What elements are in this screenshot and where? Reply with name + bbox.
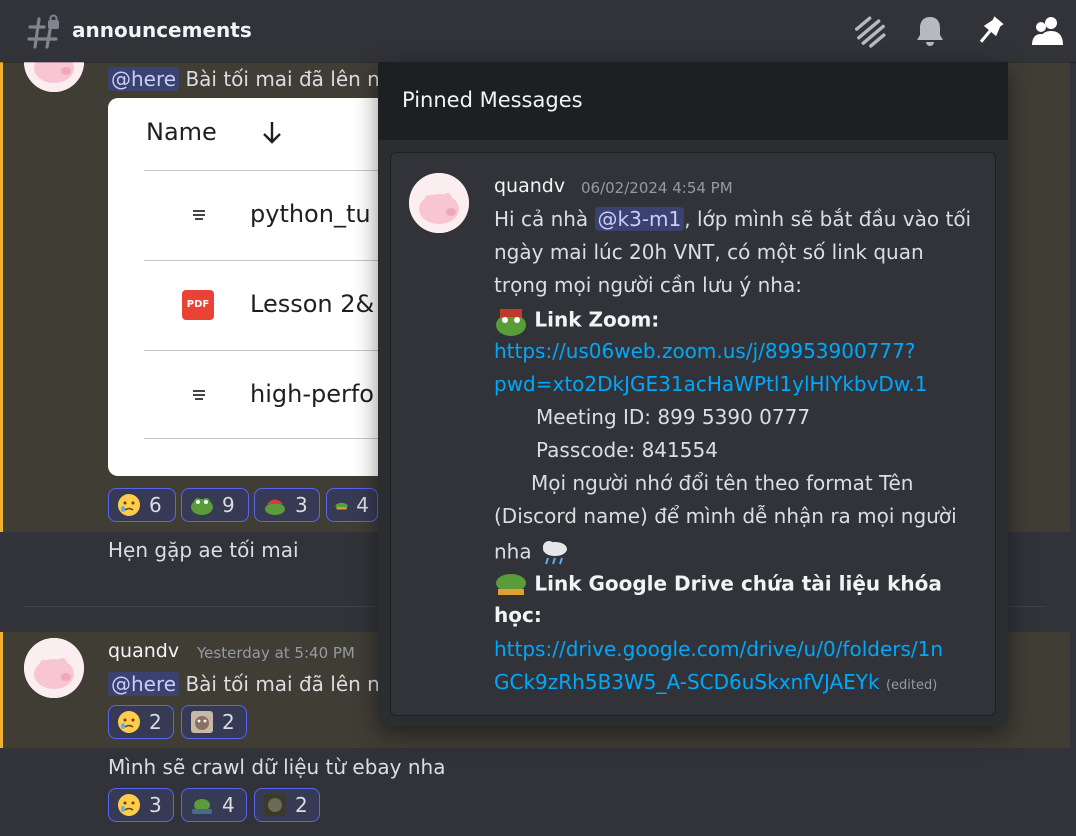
members-icon[interactable] <box>1030 13 1066 49</box>
pin-icon[interactable] <box>972 13 1008 49</box>
doc-icon <box>193 210 205 220</box>
reaction-frog-with-hat[interactable]: 3 <box>254 488 320 522</box>
pepe-frog-icon <box>191 498 213 515</box>
pepe-running-icon <box>335 502 348 510</box>
bell-icon[interactable] <box>912 13 948 49</box>
reaction-frog-tank[interactable]: 4 <box>181 788 247 822</box>
divider <box>144 438 408 439</box>
mention-here[interactable]: @here <box>108 672 180 696</box>
pig-avatar-icon <box>24 638 84 698</box>
reaction-cat-meme[interactable]: 2 <box>181 705 247 739</box>
pig-avatar-icon <box>409 173 469 233</box>
divider <box>144 350 408 351</box>
pinned-line: Mọi người nhớ đổi tên theo format Tên <box>531 471 914 495</box>
username[interactable]: quandv <box>494 175 565 197</box>
file-row-2: Lesson 2& <box>250 290 375 318</box>
reaction-dark-meme[interactable]: 2 <box>254 788 320 822</box>
pinned-line: ngày mai lúc 20h VNT, có một số link qua… <box>494 240 924 264</box>
pdf-icon: PDF <box>182 290 214 320</box>
mention-bar <box>0 62 3 532</box>
pinned-line: nha <box>494 537 572 569</box>
hash-lock-icon <box>27 14 59 49</box>
pinned-message-card[interactable]: quandv 06/02/2024 4:54 PM Hi cả nhà @k3-… <box>390 152 996 716</box>
username[interactable]: quandv <box>108 640 179 662</box>
crying-face-icon <box>118 794 140 816</box>
message-text-1: @here Bài tối mai đã lên n <box>108 67 380 91</box>
avatar[interactable] <box>24 638 84 698</box>
drive-label-line: Link Google Drive chứa tài liệu khóa <box>494 569 942 601</box>
dark-meme-icon <box>264 794 286 816</box>
edited-tag: (edited) <box>885 678 938 693</box>
reaction-pepe-frog[interactable]: 9 <box>181 488 249 522</box>
file-row-1: python_tu <box>250 200 371 228</box>
pinned-header: Pinned Messages <box>378 62 1008 140</box>
frog-tank-icon <box>192 799 212 814</box>
pinned-line: Hi cả nhà @k3-m1, lớp mình sẽ bắt đầu và… <box>494 207 972 231</box>
divider <box>144 260 408 261</box>
mention-bar <box>0 632 3 748</box>
avatar[interactable] <box>409 173 469 233</box>
zoom-label-line: Link Zoom: <box>494 305 659 337</box>
pinned-line: (Discord name) để mình dễ nhận ra mọi ng… <box>494 504 957 528</box>
mention-here[interactable]: @here <box>108 67 180 91</box>
timestamp: Yesterday at 5:40 PM <box>197 644 355 662</box>
pinned-line: trọng mọi người cần lưu ý nha: <box>494 273 802 297</box>
meeting-id: Meeting ID: 899 5390 0777 <box>536 405 811 429</box>
drive-link[interactable]: GCk9zRh5B3W5_A-SCD6uSkxnfVJAEYk <box>494 670 880 694</box>
reaction-crying-face[interactable]: 2 <box>108 705 174 739</box>
message-text-followup-2: Mình sẽ crawl dữ liệu từ ebay nha <box>108 755 446 779</box>
channel-header: announcements <box>0 0 1076 62</box>
drive-link-line: GCk9zRh5B3W5_A-SCD6uSkxnfVJAEYk (edited) <box>494 670 937 694</box>
reaction-crying-face[interactable]: 6 <box>108 488 176 522</box>
pinned-messages-panel: Pinned Messages quandv 06/02/2024 4:54 P… <box>378 62 1008 726</box>
message-text-2: @here Bài tối mai đã lên n <box>108 672 380 696</box>
doc-icon <box>193 390 205 400</box>
crying-face-icon <box>118 711 140 733</box>
threads-icon[interactable] <box>852 13 888 49</box>
file-row-3: high-perfo <box>250 380 374 408</box>
mention-role[interactable]: @k3-m1 <box>594 207 685 231</box>
pepe-emoji-icon <box>496 309 526 336</box>
passcode: Passcode: 841554 <box>536 438 718 462</box>
file-list-header: Name <box>146 118 217 146</box>
reaction-crying-face[interactable]: 3 <box>108 788 174 822</box>
message-text-followup-1: Hẹn gặp ae tối mai <box>108 538 299 562</box>
pinned-title: Pinned Messages <box>402 88 583 112</box>
drive-label-line: học: <box>494 603 542 627</box>
cat-meme-icon <box>191 711 213 733</box>
rain-cloud-icon <box>542 541 567 565</box>
divider <box>144 170 408 171</box>
timestamp: 06/02/2024 4:54 PM <box>581 179 733 197</box>
channel-name: announcements <box>72 18 252 42</box>
arrow-down-icon <box>263 122 281 144</box>
zoom-link[interactable]: https://us06web.zoom.us/j/89953900777? <box>494 339 915 363</box>
frog-with-hat-icon <box>265 499 285 515</box>
pepe-running-icon <box>496 574 526 595</box>
crying-face-icon <box>118 494 140 516</box>
drive-link[interactable]: https://drive.google.com/drive/u/0/folde… <box>494 637 943 661</box>
reaction-pepe-running[interactable]: 4 <box>326 488 378 522</box>
zoom-link[interactable]: pwd=xto2DkJGE31acHaWPtl1ylHlYkbvDw.1 <box>494 372 927 396</box>
attachment-image[interactable]: Name python_tu PDF Lesson 2& high-perfo <box>108 98 408 476</box>
